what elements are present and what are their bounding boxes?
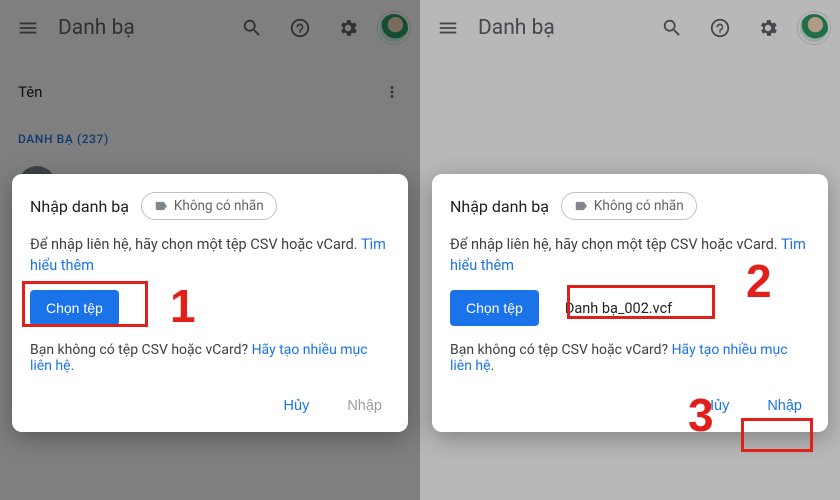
choose-file-button[interactable]: Chọn tệp — [450, 290, 539, 326]
screen-right: Danh bạ Nhập danh bạ Không có nhãn Để nh… — [420, 0, 840, 500]
label-icon — [574, 199, 588, 213]
import-button: Nhập — [339, 392, 390, 420]
import-dialog: Nhập danh bạ Không có nhãn Để nhập liên … — [12, 174, 408, 432]
cancel-button[interactable]: Hủy — [276, 392, 318, 420]
dialog-help-text: Bạn không có tệp CSV hoặc vCard? — [450, 342, 672, 358]
screen-left: Danh bạ Tên DANH BẠ (237) A A Khanh Ador… — [0, 0, 420, 500]
import-button[interactable]: Nhập — [759, 392, 810, 420]
dialog-help-text: Bạn không có tệp CSV hoặc vCard? — [30, 342, 252, 358]
no-label-chip[interactable]: Không có nhãn — [561, 192, 697, 220]
no-label-chip-text: Không có nhãn — [174, 198, 264, 214]
dialog-instruction-text: Để nhập liên hệ, hãy chọn một tệp CSV ho… — [30, 236, 361, 253]
dialog-title: Nhập danh bạ — [30, 197, 129, 216]
dialog-instruction: Để nhập liên hệ, hãy chọn một tệp CSV ho… — [30, 234, 390, 276]
no-label-chip[interactable]: Không có nhãn — [141, 192, 277, 220]
dialog-title: Nhập danh bạ — [450, 197, 549, 216]
dialog-instruction: Để nhập liên hệ, hãy chọn một tệp CSV ho… — [450, 234, 810, 276]
selected-filename: Danh bạ_002.vcf — [555, 296, 682, 321]
label-icon — [154, 199, 168, 213]
cancel-button[interactable]: Hủy — [696, 392, 738, 420]
dialog-help: Bạn không có tệp CSV hoặc vCard? Hãy tạo… — [450, 342, 810, 374]
dialog-instruction-text: Để nhập liên hệ, hãy chọn một tệp CSV ho… — [450, 236, 781, 253]
dialog-help-suffix: . — [491, 358, 495, 374]
import-dialog: Nhập danh bạ Không có nhãn Để nhập liên … — [432, 174, 828, 432]
choose-file-button[interactable]: Chọn tệp — [30, 290, 119, 326]
no-label-chip-text: Không có nhãn — [594, 198, 684, 214]
dialog-help-suffix: . — [71, 358, 75, 374]
dialog-help: Bạn không có tệp CSV hoặc vCard? Hãy tạo… — [30, 342, 390, 374]
